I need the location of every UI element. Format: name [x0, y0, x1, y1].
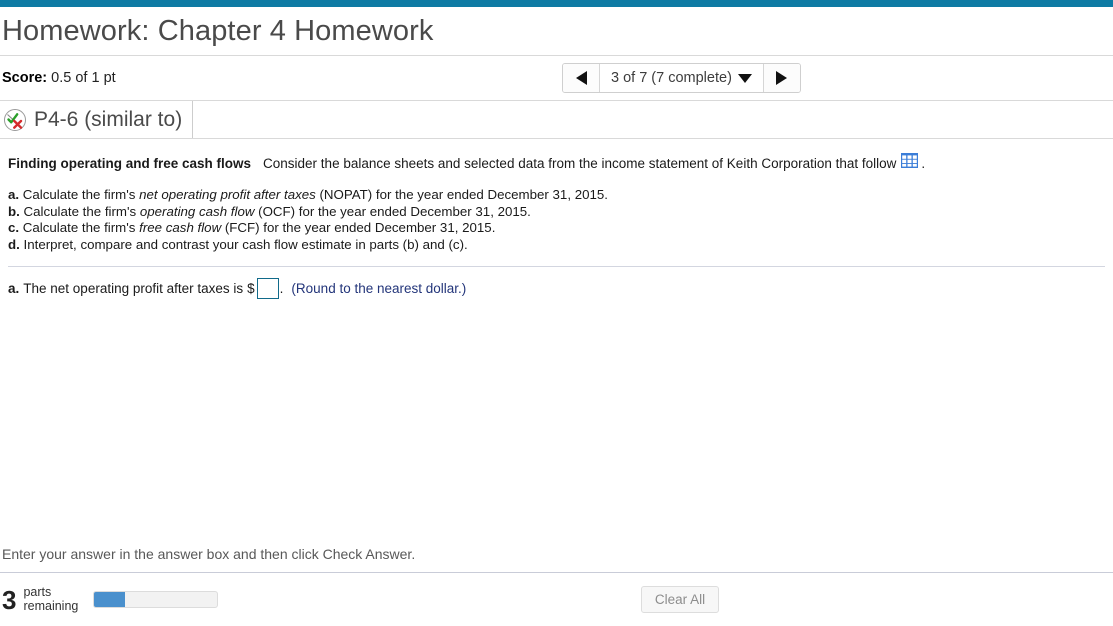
question-stem-period: .	[921, 156, 926, 171]
question-topic: Finding operating and free cash flows	[8, 156, 252, 171]
question-navigator[interactable]: 3 of 7 (7 complete)	[562, 63, 801, 93]
footer-hint-text: Enter your answer in the answer box and …	[2, 546, 416, 562]
currency-symbol: $	[247, 281, 255, 296]
part-d-text-1: Interpret, compare and contrast your cas…	[23, 236, 468, 252]
previous-question-button[interactable]	[563, 64, 600, 92]
answer-row: a. The net operating profit after taxes …	[8, 278, 1105, 299]
title-bar: Homework: Chapter 4 Homework	[0, 7, 1113, 56]
question-stem: Finding operating and free cash flows Co…	[8, 139, 1105, 171]
page-title: Homework: Chapter 4 Homework	[2, 14, 434, 47]
question-position-label: 3 of 7 (7 complete)	[611, 70, 732, 86]
answer-input[interactable]	[256, 278, 279, 299]
question-selector-dropdown[interactable]: 3 of 7 (7 complete)	[600, 64, 763, 92]
part-c-letter: c.	[8, 220, 20, 235]
problem-id-group: P4-6 (similar to)	[0, 101, 194, 138]
question-parts-list: a. Calculate the firm's net operating pr…	[8, 187, 1105, 253]
part-a-emphasis: net operating profit after taxes	[139, 187, 316, 202]
score-display: Score: 0.5 of 1 pt	[0, 70, 116, 86]
triangle-right-icon	[776, 71, 788, 85]
triangle-left-icon	[575, 71, 587, 85]
part-b-text-1: Calculate the firm's	[23, 203, 140, 219]
part-a-text-2: (NOPAT) for the year ended December 31, …	[315, 187, 609, 202]
next-question-button[interactable]	[762, 64, 800, 92]
part-b-text-2: (OCF) for the year ended December 31, 20…	[254, 203, 531, 219]
part-c-text-1: Calculate the firm's	[22, 220, 140, 235]
problem-id-bar: P4-6 (similar to)	[0, 101, 1113, 139]
part-a-text-1: Calculate the firm's	[22, 187, 140, 202]
part-b-emphasis: operating cash flow	[139, 203, 255, 219]
progress-bar-fill	[94, 592, 126, 607]
question-stem-text: Consider the balance sheets and selected…	[263, 156, 897, 171]
check-and-cross-icon	[4, 108, 26, 131]
footer-bar: 3 parts remaining Clear All	[0, 573, 1113, 626]
clear-all-button[interactable]: Clear All	[641, 586, 719, 613]
part-c-emphasis: free cash flow	[139, 220, 222, 235]
answer-prompt-text: The net operating profit after taxes is	[23, 281, 244, 296]
score-value: 0.5 of 1 pt	[51, 70, 116, 86]
parts-remaining-label: parts remaining	[23, 585, 79, 613]
part-b-letter: b.	[8, 203, 20, 219]
parts-remaining-label-line1: parts	[23, 585, 52, 599]
answer-section-divider	[8, 266, 1105, 267]
score-label: Score:	[2, 70, 48, 86]
question-content: Finding operating and free cash flows Co…	[0, 139, 1113, 299]
question-part-a: a. Calculate the firm's net operating pr…	[8, 187, 1105, 204]
parts-remaining-group: 3 parts remaining	[0, 584, 219, 615]
answer-period: .	[279, 281, 284, 296]
question-part-c: c. Calculate the firm's free cash flow (…	[8, 220, 1105, 237]
caret-down-icon	[737, 73, 752, 83]
score-bar: Score: 0.5 of 1 pt 3 of 7 (7 complete)	[0, 56, 1113, 101]
parts-remaining-label-line2: remaining	[23, 598, 79, 613]
part-d-letter: d.	[8, 236, 20, 252]
problem-id-label: P4-6 (similar to)	[34, 107, 183, 131]
question-part-d: d. Interpret, compare and contrast your …	[8, 237, 1105, 254]
rounding-instruction: (Round to the nearest dollar.)	[291, 281, 467, 296]
answer-part-letter: a.	[8, 281, 20, 296]
table-grid-icon[interactable]	[901, 153, 919, 171]
progress-bar	[93, 591, 219, 608]
part-a-letter: a.	[8, 187, 20, 202]
part-c-text-2: (FCF) for the year ended December 31, 20…	[221, 220, 496, 235]
question-part-b: b. Calculate the firm's operating cash f…	[8, 204, 1105, 221]
top-accent-bar	[0, 0, 1113, 7]
parts-remaining-count: 3	[2, 584, 17, 615]
